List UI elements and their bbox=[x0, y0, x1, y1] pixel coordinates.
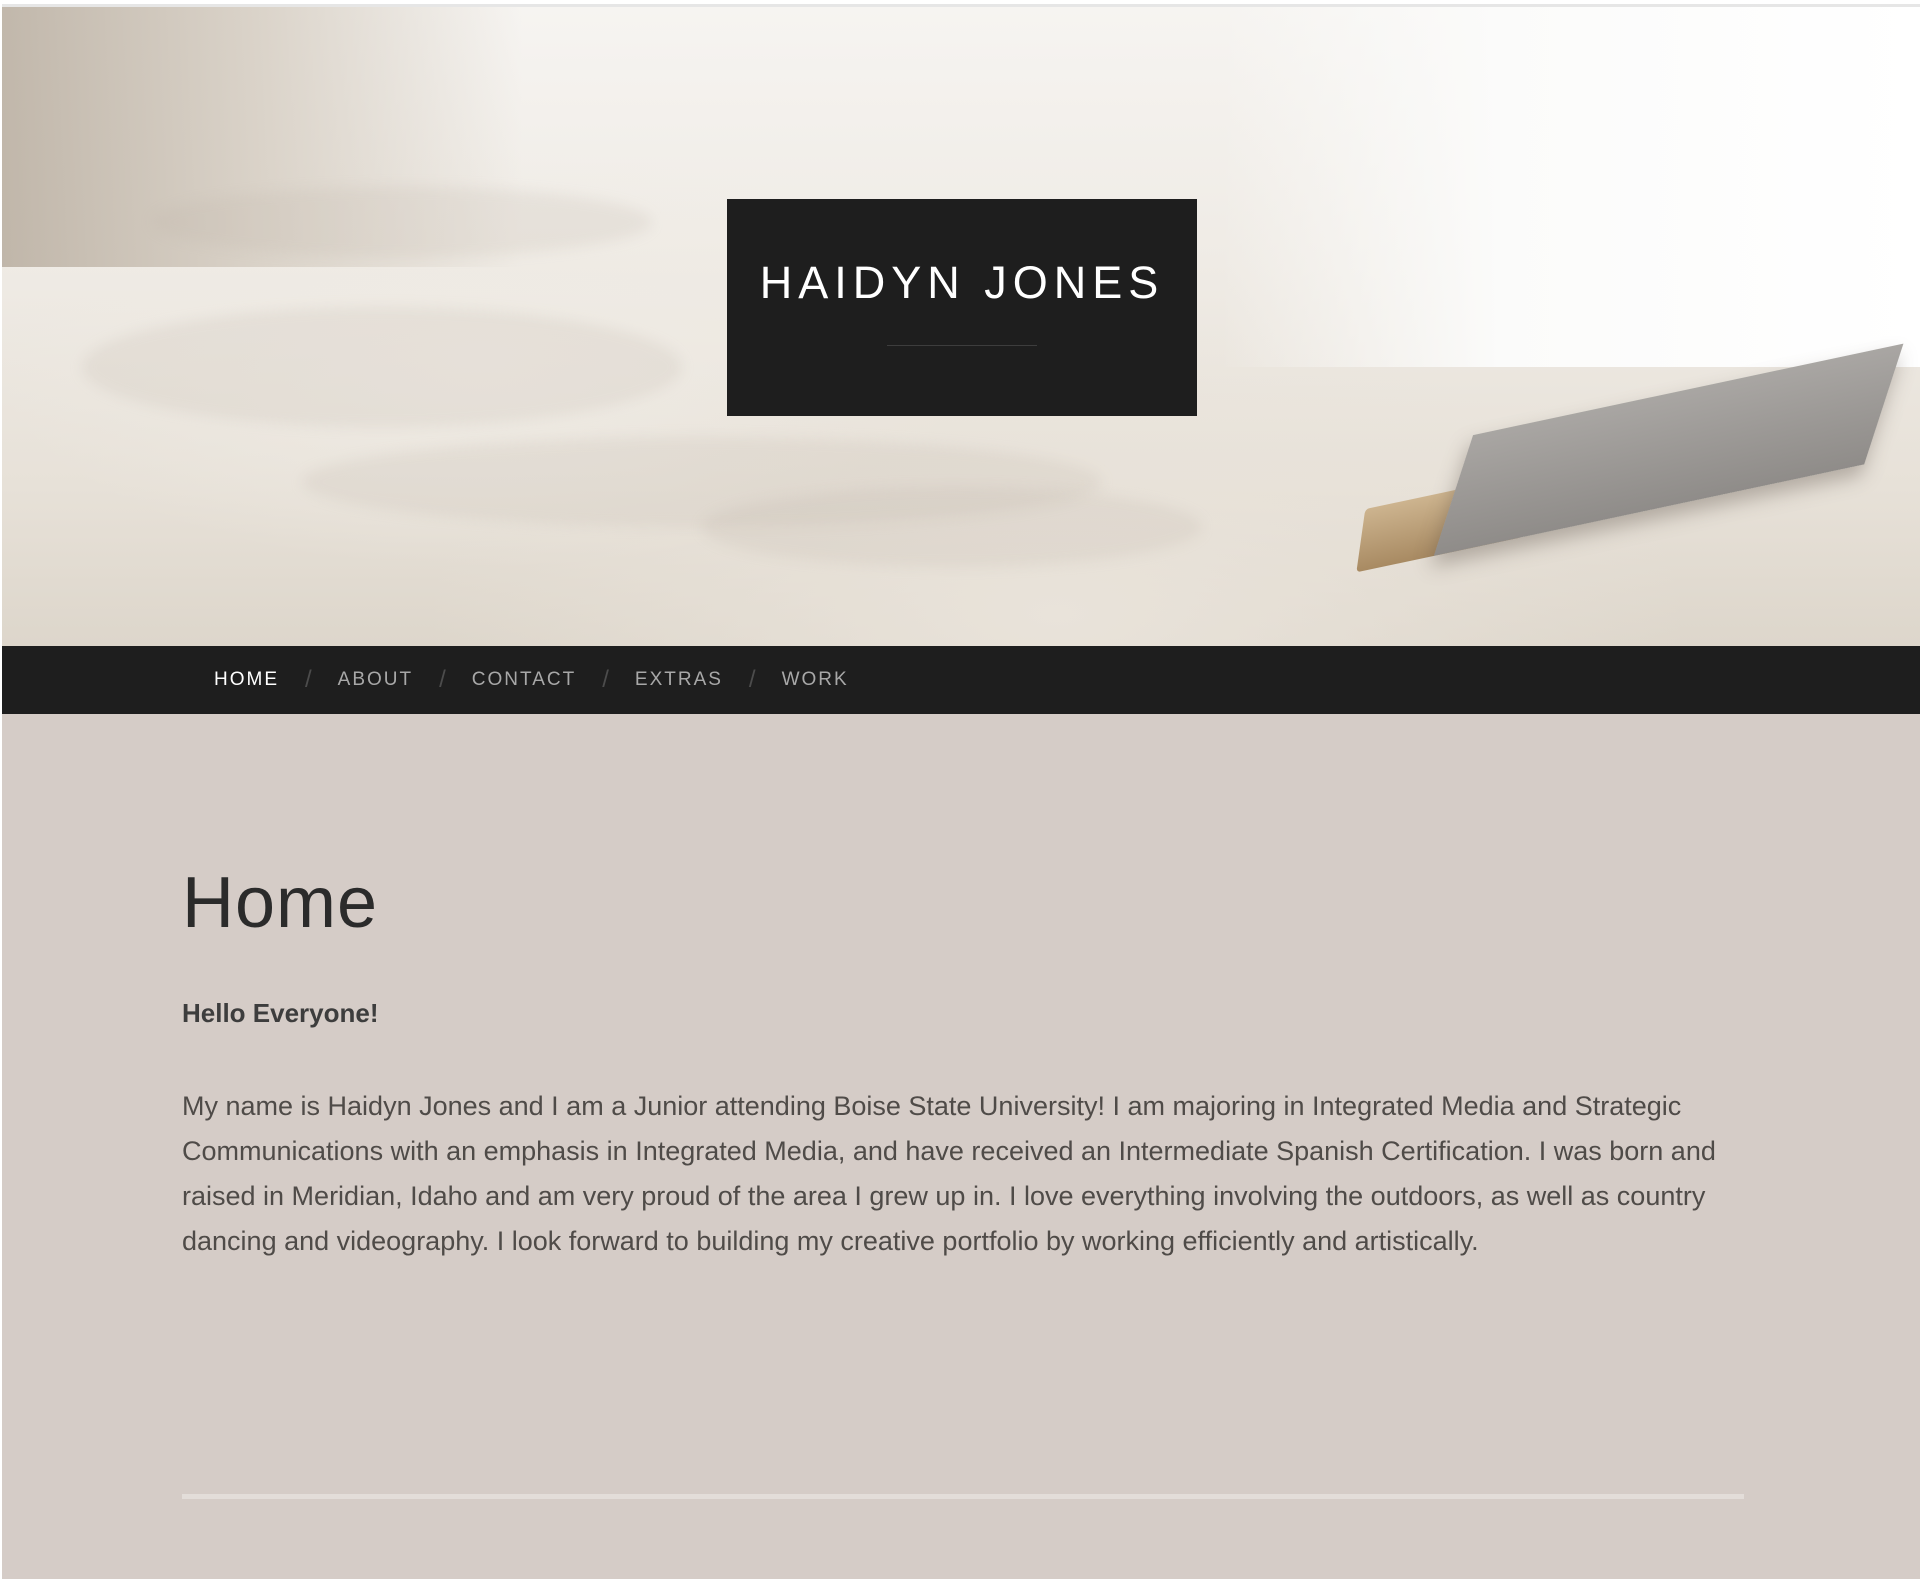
greeting-text: Hello Everyone! bbox=[182, 998, 379, 1028]
book-cover bbox=[1433, 343, 1904, 556]
bio-paragraph: My name is Haidyn Jones and I am a Junio… bbox=[182, 1091, 1716, 1256]
nav-separator: / bbox=[748, 666, 756, 693]
main-nav: HOME / ABOUT / CONTACT / EXTRAS / WORK bbox=[2, 646, 1920, 714]
page-frame: HAIDYN JONES HOME / ABOUT / CONTACT / EX… bbox=[2, 4, 1920, 1579]
main-content: Home Hello Everyone! My name is Haidyn J… bbox=[2, 714, 1920, 1579]
site-title[interactable]: HAIDYN JONES bbox=[727, 199, 1197, 309]
site-title-box[interactable]: HAIDYN JONES bbox=[727, 199, 1197, 416]
nav-item-home[interactable]: HOME bbox=[214, 669, 279, 691]
hero-window-light bbox=[1220, 7, 1920, 367]
nav-separator: / bbox=[602, 666, 609, 693]
nav-item-contact[interactable]: CONTACT bbox=[472, 669, 576, 691]
nav-item-extras[interactable]: EXTRAS bbox=[635, 669, 723, 691]
hero-fold bbox=[82, 307, 682, 427]
hero-book-image bbox=[1323, 340, 1904, 603]
hero-fold bbox=[152, 187, 652, 257]
page-title: Home bbox=[182, 863, 379, 943]
hero-fold bbox=[702, 487, 1202, 567]
content-divider bbox=[182, 1494, 1744, 1499]
hero-banner: HAIDYN JONES bbox=[2, 7, 1920, 646]
title-underline bbox=[887, 345, 1037, 346]
nav-item-work[interactable]: WORK bbox=[782, 669, 849, 691]
nav-separator: / bbox=[439, 666, 446, 693]
nav-item-about[interactable]: ABOUT bbox=[338, 669, 413, 691]
nav-separator: / bbox=[305, 666, 312, 693]
